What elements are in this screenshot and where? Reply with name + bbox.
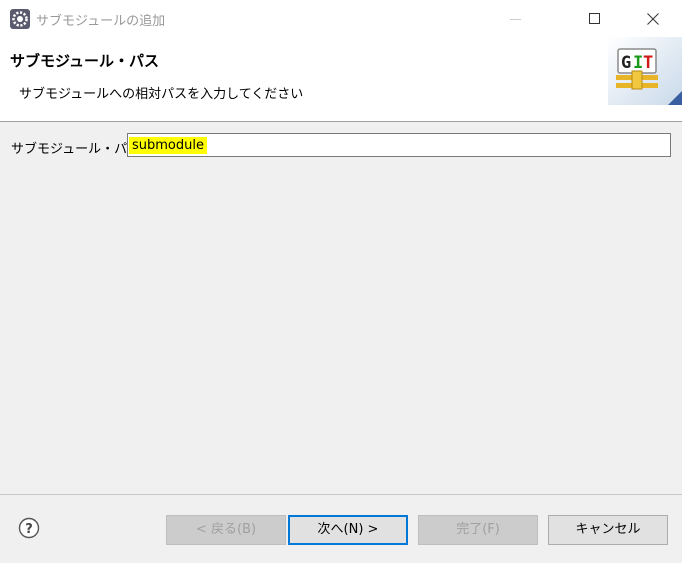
finish-button[interactable]: 完了(F) (418, 515, 538, 545)
next-button[interactable]: 次へ(N) > (288, 515, 408, 545)
minimize-button[interactable] (493, 0, 539, 37)
svg-text:I: I (633, 53, 643, 73)
close-button[interactable] (630, 0, 676, 37)
svg-text:G: G (621, 53, 631, 73)
maximize-button[interactable] (572, 0, 618, 37)
page-description: サブモジュールへの相対パスを入力してください (19, 87, 304, 102)
maximize-icon (589, 13, 600, 24)
minimize-icon (510, 19, 521, 20)
eclipse-gear-icon (10, 9, 30, 29)
button-bar-divider (0, 494, 682, 495)
back-button[interactable]: < 戻る(B) (166, 515, 286, 545)
window-title: サブモジュールの追加 (36, 14, 166, 29)
submodule-path-label: サブモジュール・パス: (11, 142, 145, 157)
submodule-path-value: submodule (129, 137, 207, 154)
close-icon (647, 13, 659, 25)
question-circle-icon[interactable]: ? (18, 517, 40, 539)
submodule-path-input[interactable]: submodule (127, 133, 671, 157)
svg-text:T: T (643, 53, 653, 73)
git-logo: G I T (608, 37, 682, 105)
title-bar: サブモジュールの追加 (0, 0, 682, 37)
wizard-banner: サブモジュール・パス サブモジュールへの相対パスを入力してください G I T (0, 37, 682, 122)
cancel-button[interactable]: キャンセル (548, 515, 668, 545)
page-title: サブモジュール・パス (10, 52, 159, 70)
svg-text:?: ? (25, 522, 33, 537)
